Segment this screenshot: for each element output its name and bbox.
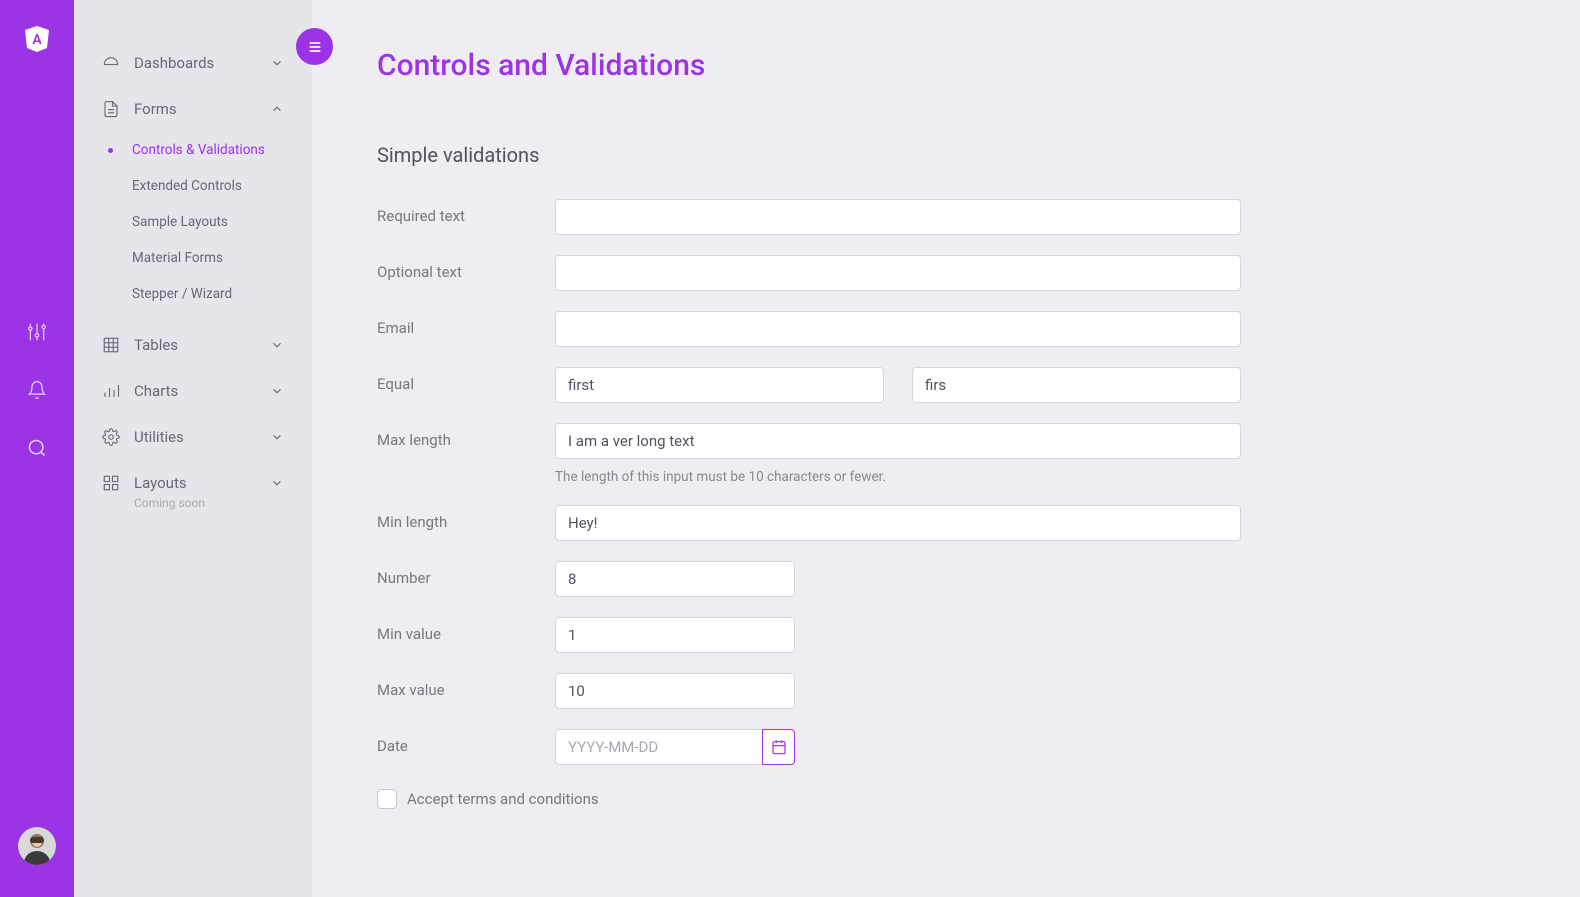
chevron-up-icon	[270, 102, 284, 116]
email-label: Email	[377, 311, 555, 337]
sidebar-item-label: Dashboards	[134, 54, 214, 72]
sidebar-sub-sample-layouts[interactable]: Sample Layouts	[112, 204, 294, 240]
grid-icon	[102, 474, 124, 492]
sidebar-sub-stepper-wizard[interactable]: Stepper / Wizard	[112, 276, 294, 312]
sidebar-sub-material-forms[interactable]: Material Forms	[112, 240, 294, 276]
sidebar-item-label: Charts	[134, 382, 178, 400]
chevron-down-icon	[270, 56, 284, 70]
avatar[interactable]	[18, 827, 56, 865]
max-length-input[interactable]	[555, 423, 1241, 459]
sidebar-item-label: Tables	[134, 336, 178, 354]
sidebar-item-forms[interactable]: Forms	[92, 86, 294, 132]
sidebar-item-tables[interactable]: Tables	[92, 322, 294, 368]
max-length-help: The length of this input must be 10 char…	[555, 469, 1241, 485]
chart-icon	[102, 382, 124, 400]
svg-text:A: A	[32, 32, 42, 48]
gear-icon	[102, 428, 124, 446]
required-text-input[interactable]	[555, 199, 1241, 235]
sidebar: Dashboards Forms Controls & Validations …	[74, 0, 312, 897]
sidebar-sub-controls-validations[interactable]: Controls & Validations	[112, 132, 294, 168]
optional-text-input[interactable]	[555, 255, 1241, 291]
document-icon	[102, 100, 124, 118]
calendar-icon	[771, 739, 787, 755]
sidebar-item-label: Utilities	[134, 428, 184, 446]
terms-checkbox[interactable]	[377, 789, 397, 809]
sidebar-item-utilities[interactable]: Utilities	[92, 414, 294, 460]
sidebar-item-dashboards[interactable]: Dashboards	[92, 40, 294, 86]
gauge-icon	[102, 54, 124, 72]
equal-label: Equal	[377, 367, 555, 393]
optional-text-label: Optional text	[377, 255, 555, 281]
menu-icon	[307, 39, 323, 55]
date-picker-button[interactable]	[762, 729, 795, 765]
min-value-input[interactable]	[555, 617, 795, 653]
max-value-label: Max value	[377, 673, 555, 699]
sidebar-sub-extended-controls[interactable]: Extended Controls	[112, 168, 294, 204]
chevron-down-icon	[270, 338, 284, 352]
icon-rail: A	[0, 0, 74, 897]
date-label: Date	[377, 729, 555, 755]
date-input[interactable]	[555, 729, 762, 765]
bell-icon[interactable]	[17, 370, 57, 410]
search-icon[interactable]	[17, 428, 57, 468]
sidebar-toggle-button[interactable]	[296, 28, 333, 65]
chevron-down-icon	[270, 384, 284, 398]
sliders-icon[interactable]	[17, 312, 57, 352]
section-title: Simple validations	[377, 143, 1515, 167]
max-value-input[interactable]	[555, 673, 795, 709]
email-input[interactable]	[555, 311, 1241, 347]
chevron-down-icon	[270, 430, 284, 444]
table-icon	[102, 336, 124, 354]
min-value-label: Min value	[377, 617, 555, 643]
terms-label: Accept terms and conditions	[407, 790, 599, 808]
sidebar-item-label: Layouts	[134, 474, 187, 492]
max-length-label: Max length	[377, 423, 555, 449]
page-title: Controls and Validations	[377, 48, 1515, 83]
chevron-down-icon	[270, 476, 284, 490]
min-length-label: Min length	[377, 505, 555, 531]
required-text-label: Required text	[377, 199, 555, 225]
sidebar-item-note: Coming soon	[92, 496, 294, 510]
app-logo: A	[25, 26, 49, 52]
sidebar-submenu-forms: Controls & Validations Extended Controls…	[92, 132, 294, 322]
min-length-input[interactable]	[555, 505, 1241, 541]
sidebar-item-label: Forms	[134, 100, 177, 118]
equal-input-2[interactable]	[912, 367, 1241, 403]
number-input[interactable]	[555, 561, 795, 597]
main-content: Controls and Validations Simple validati…	[312, 0, 1580, 897]
equal-input-1[interactable]	[555, 367, 884, 403]
number-label: Number	[377, 561, 555, 587]
sidebar-item-charts[interactable]: Charts	[92, 368, 294, 414]
